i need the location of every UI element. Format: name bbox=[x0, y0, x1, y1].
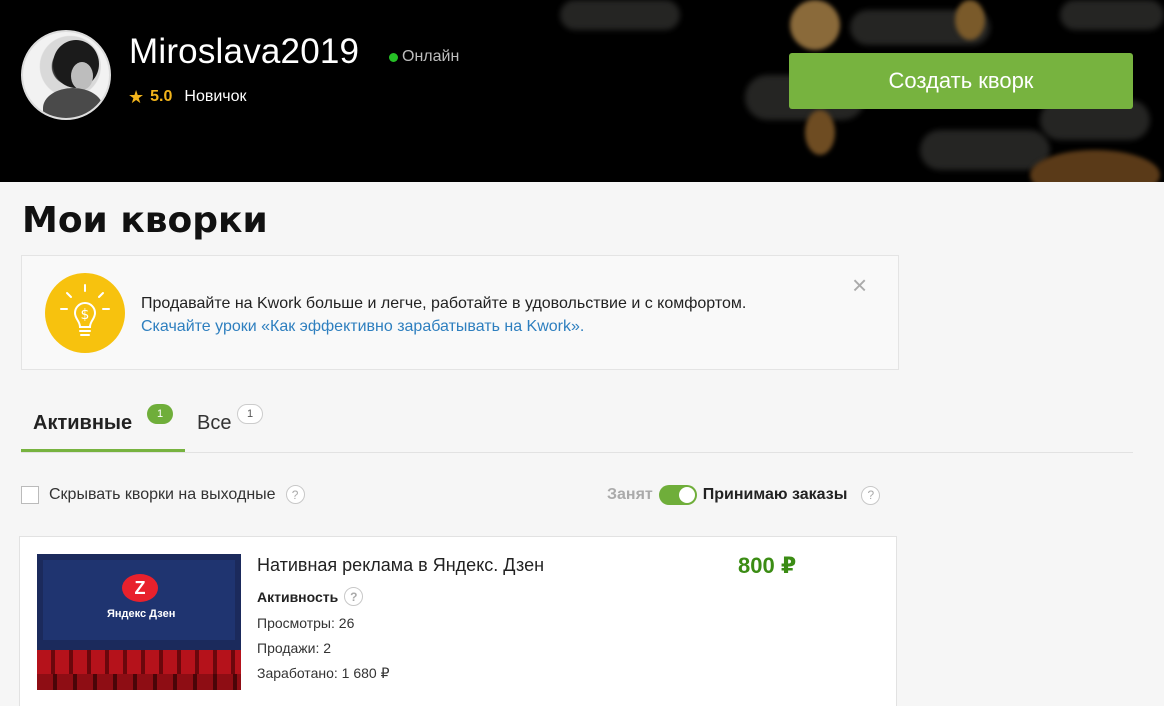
kwork-tabs: Активные 1 Все 1 bbox=[21, 398, 1133, 453]
promo-lessons-link[interactable]: Скачайте уроки «Как эффективно зарабатыв… bbox=[141, 315, 746, 338]
star-icon: ★ bbox=[128, 87, 145, 107]
online-status: Онлайн bbox=[389, 48, 459, 66]
toggle-knob bbox=[678, 487, 695, 503]
lightbulb-icon: $ bbox=[45, 273, 125, 353]
busy-label: Занят bbox=[607, 486, 653, 503]
kwork-sales: Продажи: 2 bbox=[257, 640, 332, 656]
rating: ★ 5.0 Новичок bbox=[128, 88, 247, 106]
kwork-activity: Активность ? bbox=[257, 587, 364, 606]
promo-text: Продавайте на Kwork больше и легче, рабо… bbox=[141, 295, 747, 312]
online-label: Онлайн bbox=[402, 48, 460, 65]
cinema-seats bbox=[37, 674, 241, 690]
banner-cloud bbox=[920, 130, 1050, 170]
profile-header: Miroslava2019 Онлайн ★ 5.0 Новичок Созда… bbox=[0, 0, 1164, 182]
page-title: Мои кворки bbox=[22, 200, 268, 241]
tab-active[interactable]: Активные 1 bbox=[21, 398, 185, 452]
banner-decoration bbox=[1030, 150, 1160, 182]
activity-label: Активность bbox=[257, 588, 339, 605]
close-icon[interactable]: × bbox=[852, 272, 867, 298]
online-dot-icon bbox=[389, 52, 398, 62]
avatar[interactable] bbox=[21, 30, 111, 120]
kwork-price: 800 ₽ bbox=[738, 553, 797, 578]
banner-decoration bbox=[790, 0, 840, 50]
tab-all[interactable]: Все 1 bbox=[197, 398, 287, 452]
tab-count-badge: 1 bbox=[147, 404, 173, 424]
kwork-earned: Заработано: 1 680 ₽ bbox=[257, 665, 390, 681]
rating-score: 5.0 bbox=[150, 88, 173, 105]
help-icon[interactable]: ? bbox=[285, 485, 305, 504]
hide-weekend-label[interactable]: Скрывать кворки на выходные bbox=[49, 486, 276, 504]
help-icon[interactable]: ? bbox=[861, 485, 881, 505]
tab-count-badge: 1 bbox=[237, 404, 263, 424]
avatar-face bbox=[71, 62, 93, 90]
avatar-body bbox=[43, 88, 103, 118]
tab-label: Активные bbox=[33, 412, 133, 434]
seller-level: Новичок bbox=[184, 88, 247, 105]
kwork-views: Просмотры: 26 bbox=[257, 615, 355, 631]
banner-decoration bbox=[805, 110, 835, 155]
zen-logo-icon: Z bbox=[122, 574, 158, 602]
help-icon[interactable]: ? bbox=[344, 587, 364, 606]
accepting-orders-label: Принимаю заказы bbox=[702, 486, 848, 503]
promo-banner: $ Продавайте на Kwork больше и легче, ра… bbox=[21, 255, 899, 370]
accepting-orders-toggle[interactable] bbox=[658, 485, 697, 505]
hide-weekend-option: Скрывать кворки на выходные ? bbox=[21, 485, 305, 504]
thumbnail-caption: Яндекс Дзен bbox=[107, 608, 176, 620]
tab-label: Все bbox=[197, 412, 232, 434]
banner-cloud bbox=[560, 0, 680, 30]
kwork-title[interactable]: Нативная реклама в Яндекс. Дзен bbox=[257, 555, 544, 576]
kwork-thumbnail[interactable]: Z Яндекс Дзен bbox=[37, 554, 241, 690]
svg-text:$: $ bbox=[81, 307, 90, 323]
kwork-card: Z Яндекс Дзен Нативная реклама в Яндекс.… bbox=[19, 536, 897, 706]
create-kwork-button[interactable]: Создать кворк bbox=[789, 53, 1133, 109]
banner-decoration bbox=[955, 0, 985, 40]
hide-weekend-checkbox[interactable] bbox=[21, 485, 39, 504]
promo-text-block: Продавайте на Kwork больше и легче, рабо… bbox=[141, 292, 746, 338]
order-status-switch: Занят Принимаю заказы ? bbox=[607, 485, 881, 505]
username: Miroslava2019 bbox=[129, 32, 360, 71]
banner-cloud bbox=[1060, 0, 1164, 30]
